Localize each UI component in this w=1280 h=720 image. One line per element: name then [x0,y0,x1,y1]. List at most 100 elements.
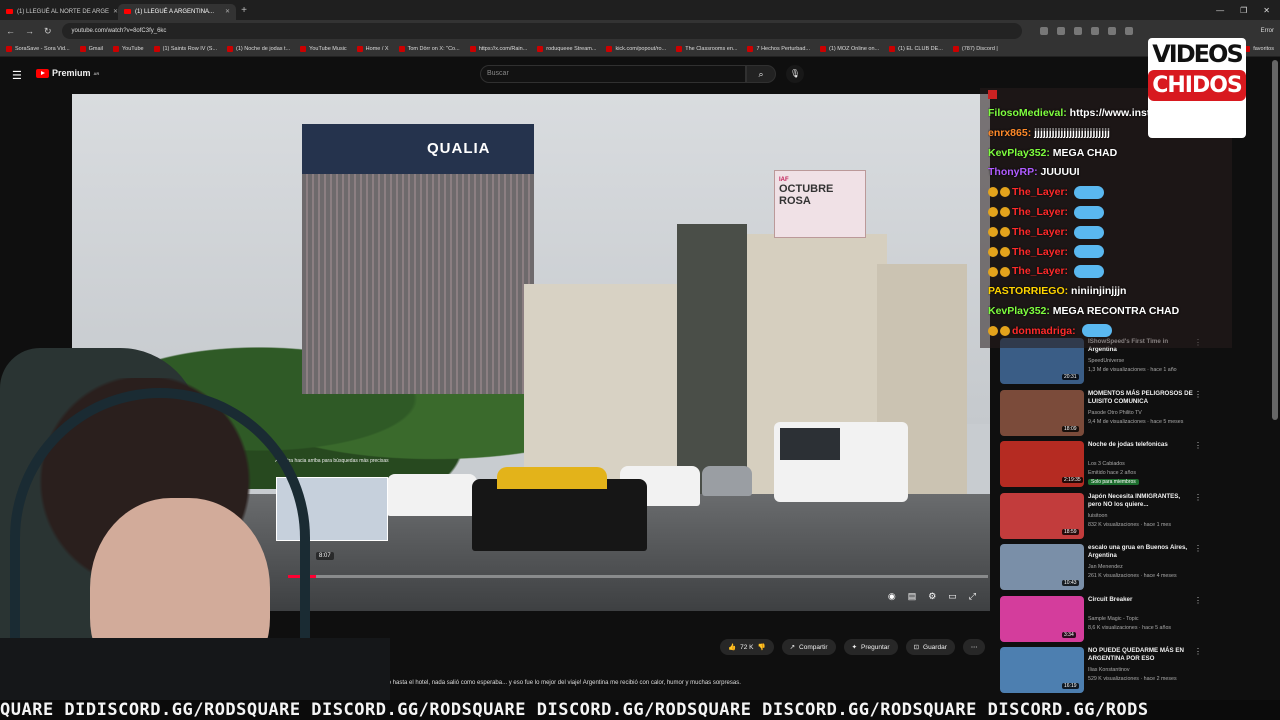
channel-name[interactable]: Jan Menendez [1088,564,1123,570]
video-title[interactable]: Circuit Breaker [1088,596,1194,604]
recommended-video[interactable]: 10:43 escalo una grua en Buenos Aires, Ar… [1000,544,1270,594]
browser-tab-1[interactable]: (1) LLEGUÉ AL NORTE DE ARGE ✕ [0,4,118,20]
subtitles-icon[interactable]: ▤ [908,591,917,602]
autoplay-toggle-icon[interactable]: ◉ [888,591,896,602]
chat-username: The_Layer: [1012,265,1069,278]
menu-icon[interactable]: ☰ [12,69,22,82]
more-options-icon[interactable]: ⋮ [1194,441,1202,450]
error-button[interactable]: Error [1261,28,1274,34]
taxi [472,467,647,551]
bookmark-item[interactable]: YouTube Music [300,46,347,52]
chat-badge-icon [988,266,998,277]
chat-username: PASTORRIEGO: [988,285,1069,298]
search-input[interactable]: Buscar [480,65,746,83]
bookmark-favicon-icon [356,46,363,52]
bookmark-item[interactable]: (1) MOZ Online on... [820,46,879,52]
bookmark-item[interactable]: 7 Hechos Perturbad... [747,46,810,52]
video-title[interactable]: escalo una grua en Buenos Aires, Argenti… [1088,544,1194,560]
back-icon[interactable]: ← [6,26,15,36]
browser-tab-2[interactable]: (1) LLEGUÉ A ARGENTINA... ✕ [118,3,236,20]
bookmark-item[interactable]: SoraSave - Sora Vid... [6,46,70,52]
microphone-icon[interactable]: 🎙 [786,65,804,83]
fullscreen-icon[interactable]: ⤢ [969,591,976,602]
ask-button[interactable]: ✦ Preguntar [843,639,898,655]
bookmark-item[interactable]: (787) Discord | [952,46,998,52]
channel-name[interactable]: Pasode Otro Philito TV [1088,410,1142,416]
like-button[interactable]: 👍 72 K 👎 [720,639,774,655]
bookmark-item[interactable]: (1) EL CLUB DE... [889,46,943,52]
recommended-video[interactable]: 18:09 MOMENTOS MÁS PELIGROSOS DE LUISITO … [1000,389,1270,440]
bookmark-item[interactable]: https://x.com/Rain... [469,46,527,52]
video-duration: 2:19:35 [1062,477,1083,483]
chat-emote-icon [1074,225,1105,239]
bookmark-label: SoraSave - Sora Vid... [15,46,70,52]
extension-icon[interactable] [1039,27,1048,35]
chat-message: The_Layer: [988,262,1232,282]
url-field[interactable]: youtube.com/watch?v=8ofC3fy_6kc [61,23,1022,39]
channel-name[interactable]: SpeedUniverse [1088,358,1124,364]
scrollbar[interactable] [1272,60,1278,420]
more-options-icon[interactable]: ⋮ [1194,544,1202,553]
maximize-icon[interactable]: ❐ [1240,6,1247,15]
recommended-video[interactable]: 18:59 Japón Necesita INMIGRANTES, pero NO… [1000,492,1270,543]
share-label: Compartir [799,643,828,651]
channel-name[interactable]: Los 3 Cabiados [1088,461,1125,467]
close-window-icon[interactable]: ✕ [1263,6,1270,15]
profile-avatar-icon[interactable] [1124,27,1133,35]
bookmark-item[interactable]: Gmail [79,46,103,52]
settings-gear-icon[interactable]: ⚙ [928,591,936,602]
bookmark-item[interactable]: YouTube [113,46,144,52]
more-actions-icon[interactable]: ⋯ [962,639,986,655]
video-title[interactable]: MOMENTOS MÁS PELIGROSOS DE LUISITO COMUN… [1088,390,1194,406]
bookmark-item[interactable]: Tom Dörr on X: "Co... [398,46,460,52]
progress-bar[interactable] [288,575,988,578]
recommended-video[interactable]: 16:19 NO PUEDE QUEDARME MÁS EN ARGENTINA … [1000,647,1270,697]
chat-username: KevPlay352: [988,146,1050,159]
forward-icon[interactable]: → [25,26,34,36]
new-tab-icon[interactable]: + [236,5,252,16]
bookmark-item[interactable]: favoritos [1244,46,1280,52]
save-label: Guardar [923,643,947,651]
search-icon[interactable]: ⌕ [746,65,776,83]
youtube-logo[interactable]: Premium AR [36,68,99,78]
bookmark-item[interactable]: (1) Noche de jodas t... [227,46,290,52]
miniplayer-icon[interactable]: ▭ [948,591,957,602]
bookmark-star-icon[interactable] [1073,27,1082,35]
more-options-icon[interactable]: ⋮ [1194,647,1202,656]
channel-name[interactable]: Ilias Konstantinov [1088,667,1130,673]
video-meta: Emitido hace 2 años [1088,470,1136,476]
video-title[interactable]: Noche de jodas telefonicas [1088,441,1194,449]
thumbs-down-icon[interactable]: 👎 [757,643,765,651]
recommended-video[interactable]: 3:34 Circuit Breaker Sample Magic - Topic 8… [1000,595,1270,646]
reload-icon[interactable]: ↻ [44,26,52,37]
bookmark-label: (1) EL CLUB DE... [898,46,943,52]
bookmark-favicon-icon [820,46,826,52]
close-tab-icon[interactable]: ✕ [225,8,230,15]
video-title[interactable]: Japón Necesita INMIGRANTES, pero NO los … [1088,493,1194,509]
save-button[interactable]: ⊡ Guardar [905,639,955,655]
bookmark-item[interactable]: kick.com/popout/ro... [606,46,666,52]
minimize-icon[interactable]: — [1216,6,1224,15]
bookmark-item[interactable]: The Classrooms en... [676,46,737,52]
more-options-icon[interactable]: ⋮ [1194,596,1202,605]
tab-title: (1) LLEGUÉ A ARGENTINA... [135,8,215,15]
more-options-icon[interactable]: ⋮ [1194,390,1202,399]
car [387,474,477,516]
logo-text: Premium [52,68,91,78]
extension-icon[interactable] [1107,27,1116,35]
more-options-icon[interactable]: ⋮ [1194,493,1202,502]
extension-icon[interactable] [1090,27,1099,35]
extension-icon[interactable] [1056,27,1065,35]
recommended-video[interactable]: 2:19:35 Noche de jodas telefonicas Los 3 C… [1000,441,1270,491]
video-title[interactable]: NO PUEDE QUEDARME MÁS EN ARGENTINA POR E… [1088,647,1194,663]
share-icon: ↗ [789,644,796,651]
bookmark-item[interactable]: roduqueee Stream... [537,46,596,52]
channel-name[interactable]: Sample Magic - Topic [1088,616,1139,622]
chat-text: MEGA RECONTRA CHAD [1049,304,1180,317]
video-meta: 529 K visualizaciones · hace 2 meses [1088,676,1177,682]
bookmark-item[interactable]: (1) Saints Row IV (S... [153,46,217,52]
share-button[interactable]: ↗ Compartir [781,639,836,655]
video-description: to hasta el hotel, nada salió como esper… [386,680,741,686]
channel-name[interactable]: luisitoon [1088,513,1107,519]
bookmark-item[interactable]: Home / X [356,46,389,52]
